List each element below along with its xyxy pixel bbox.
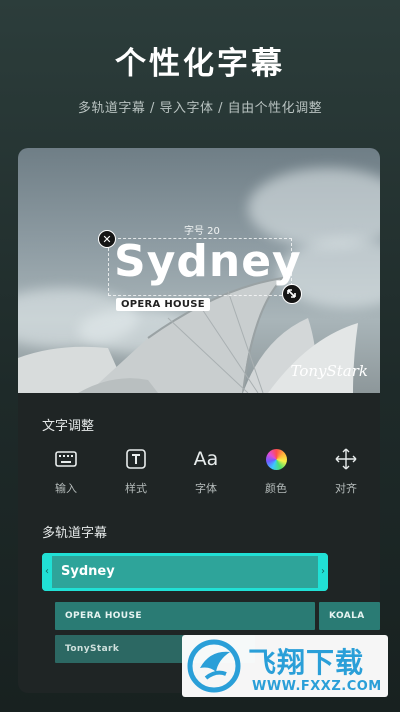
video-preview[interactable]: 字号 20 Sydney ✕ OPERA HOUSE TonyStark	[18, 148, 380, 393]
text-adjust-title: 文字调整	[42, 419, 95, 434]
fxxz-logo-icon	[187, 639, 241, 693]
editor-card: 字号 20 Sydney ✕ OPERA HOUSE TonyStark 文字调…	[18, 148, 380, 693]
color-wheel-icon	[248, 446, 304, 472]
text-style-icon	[108, 446, 164, 472]
track-koala[interactable]: KOALA	[319, 602, 380, 630]
watermark-url: WWW.FXXZ.COM	[252, 679, 382, 694]
text-tools-row: 输入 样式 Aa 字体 颜色 对齐	[38, 446, 374, 506]
keyboard-icon	[38, 446, 94, 472]
tool-font[interactable]: Aa 字体	[178, 446, 234, 496]
subtitle-text-sydney[interactable]: Sydney	[114, 236, 302, 287]
track-opera-house[interactable]: OPERA HOUSE	[55, 602, 315, 630]
opera-house-tag[interactable]: OPERA HOUSE	[116, 298, 210, 311]
tool-style[interactable]: 样式	[108, 446, 164, 496]
track-left-handle-icon[interactable]: ‹	[42, 553, 52, 591]
watermark: 飞翔下载 WWW.FXXZ.COM	[182, 635, 388, 697]
font-icon: Aa	[193, 448, 219, 470]
page-title: 个性化字幕	[115, 46, 285, 82]
page-subtitle: 多轨道字幕 / 导入字体 / 自由个性化调整	[77, 101, 323, 116]
signature-text[interactable]: TonyStark	[290, 362, 368, 380]
multi-track-title: 多轨道字幕	[42, 526, 108, 541]
watermark-cn-text: 飞翔下载	[248, 646, 365, 679]
align-move-icon	[318, 446, 374, 472]
tool-color[interactable]: 颜色	[248, 446, 304, 496]
tool-input[interactable]: 输入	[38, 446, 94, 496]
track-right-handle-icon[interactable]: ›	[318, 553, 328, 591]
close-icon[interactable]: ✕	[98, 230, 116, 248]
tool-align[interactable]: 对齐	[318, 446, 374, 496]
track-sydney[interactable]: ‹ Sydney ›	[42, 553, 328, 591]
font-size-label: 字号 20	[184, 226, 220, 237]
resize-handle-icon[interactable]	[282, 284, 302, 304]
